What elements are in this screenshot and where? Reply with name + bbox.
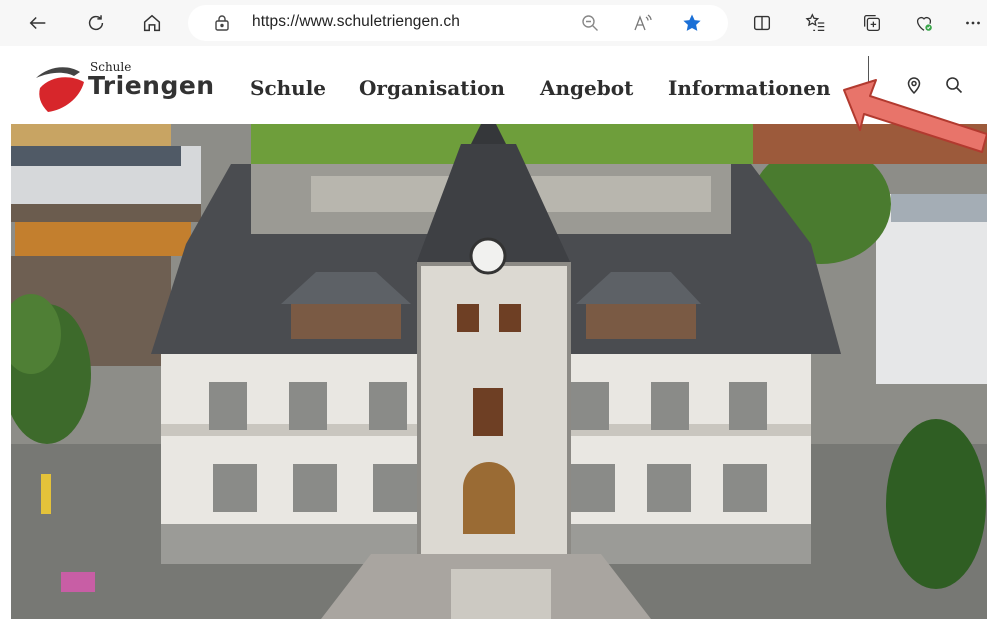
nav-informationen[interactable]: Informationen <box>668 76 830 100</box>
favorites-list-icon[interactable] <box>798 6 834 40</box>
url-text[interactable]: https://www.schuletriengen.ch <box>252 13 460 31</box>
address-bar[interactable]: https://www.schuletriengen.ch <box>188 5 728 41</box>
read-aloud-icon[interactable] <box>630 11 654 35</box>
favorite-star-icon[interactable] <box>680 11 704 35</box>
site-header: Schule Triengen Schule Organisation Ange… <box>0 46 987 124</box>
nav-schule[interactable]: Schule <box>250 76 326 100</box>
collections-icon[interactable] <box>854 6 890 40</box>
more-icon[interactable] <box>962 6 987 40</box>
home-icon[interactable] <box>134 6 170 40</box>
browser-toolbar: https://www.schuletriengen.ch <box>0 0 987 46</box>
lock-icon[interactable] <box>212 13 232 33</box>
split-screen-icon[interactable] <box>744 6 780 40</box>
logo-big-text[interactable]: Triengen <box>88 71 215 100</box>
browser-essentials-icon[interactable] <box>906 6 942 40</box>
back-icon[interactable] <box>20 6 56 40</box>
annotation-arrow-icon <box>842 78 987 168</box>
logo-mark-icon[interactable] <box>34 58 86 114</box>
reload-icon[interactable] <box>78 6 114 40</box>
zoom-out-icon[interactable] <box>578 11 602 35</box>
nav-organisation[interactable]: Organisation <box>359 76 505 100</box>
nav-angebot[interactable]: Angebot <box>540 76 633 100</box>
hero-school-building-image <box>11 124 987 619</box>
